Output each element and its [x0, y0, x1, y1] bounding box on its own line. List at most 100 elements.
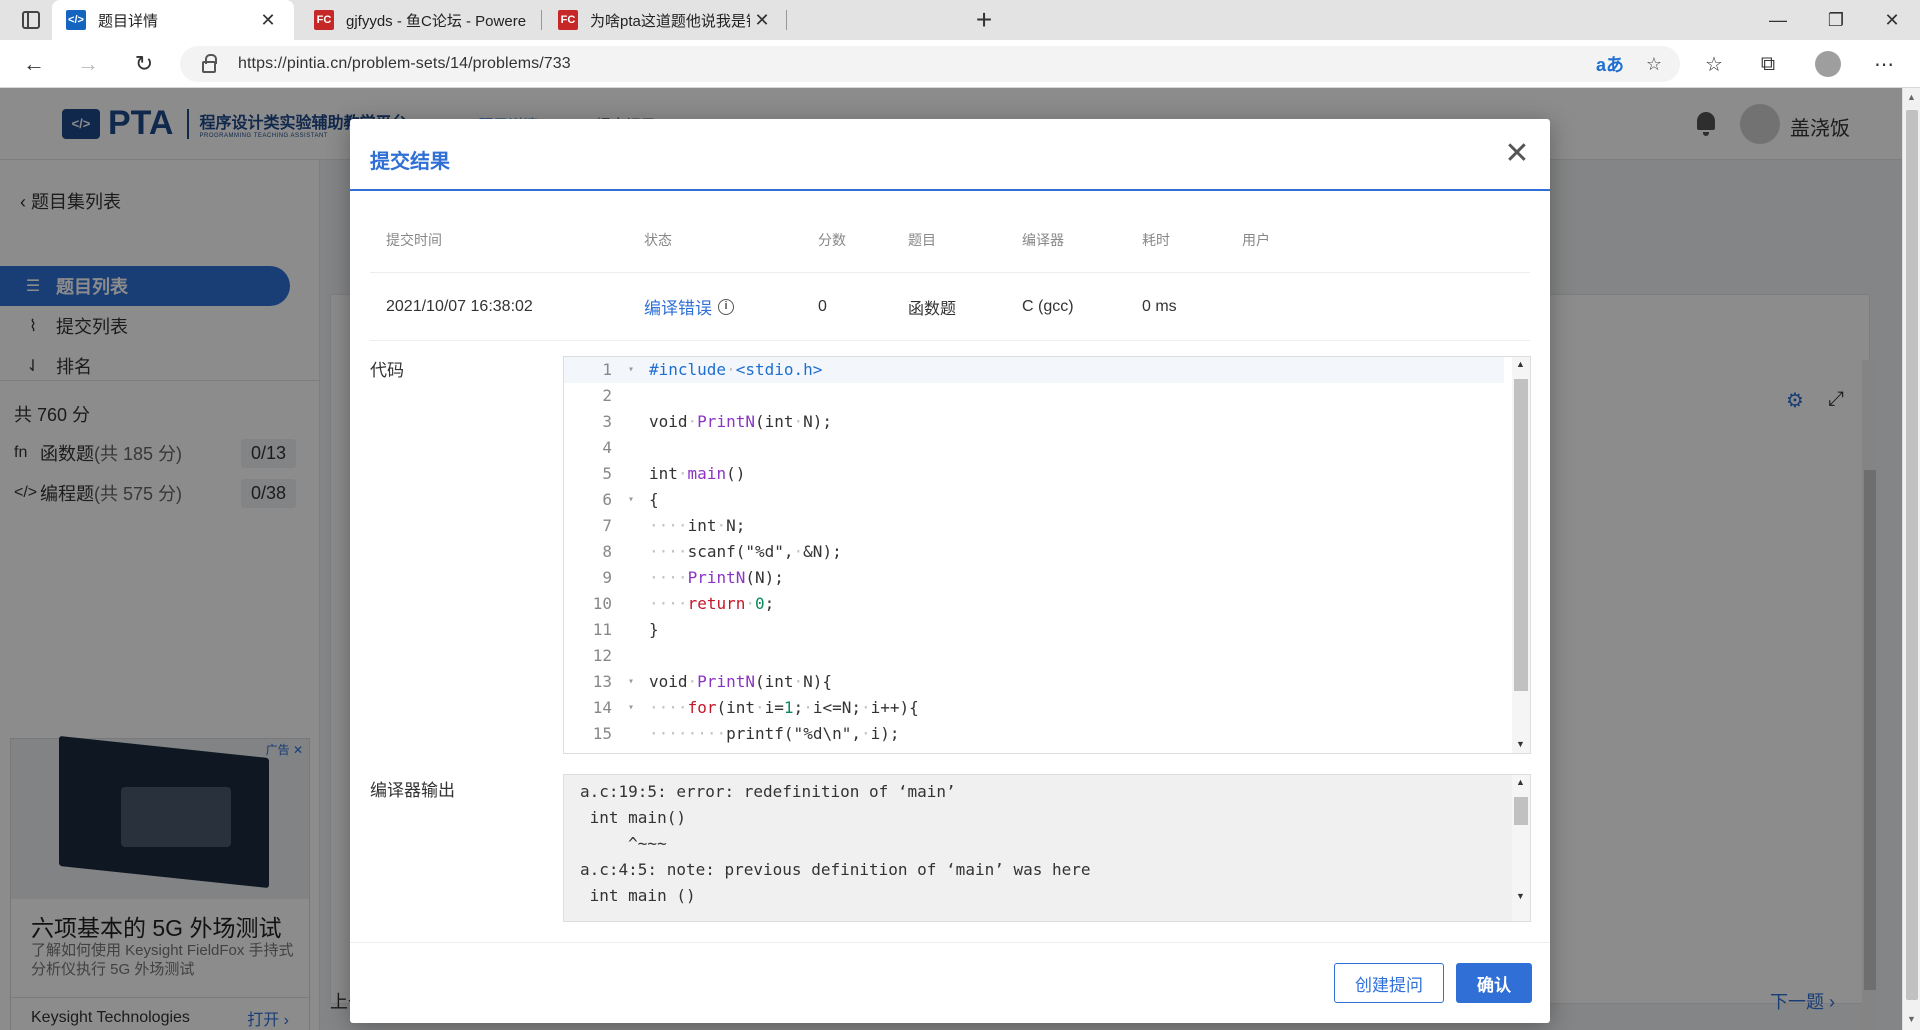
url-field[interactable]: https://pintia.cn/problem-sets/14/proble…: [180, 46, 1680, 82]
info-icon[interactable]: i: [718, 298, 734, 315]
fold-icon[interactable]: ▾: [628, 669, 634, 695]
fold-icon[interactable]: ▾: [628, 357, 634, 383]
duration: 0 ms: [1142, 297, 1177, 315]
table-header-row: 提交时间 状态 分数 题目 编译器 耗时 用户: [370, 207, 1530, 273]
fold-icon[interactable]: ▾: [628, 695, 634, 721]
output-line: a.c:4:5: note: previous definition of ‘m…: [580, 860, 1091, 879]
browser-tab-fishc-1[interactable]: FC gjfyyds - 鱼C论坛 - Powered by Discuz!: [300, 0, 540, 40]
code-text: ····PrintN(N);: [649, 568, 784, 587]
url-text[interactable]: https://pintia.cn/problem-sets/14/proble…: [238, 55, 571, 73]
line-number: 2: [602, 386, 612, 405]
refresh-icon[interactable]: ↻: [128, 48, 160, 80]
line-number: 8: [602, 542, 612, 561]
code-line: 6 ▾ {: [564, 487, 1504, 513]
code-text: #include·<stdio.h>: [649, 360, 823, 379]
line-number: 11: [592, 620, 612, 639]
status-badge[interactable]: 编译错误: [644, 294, 712, 319]
minimize-button[interactable]: —: [1748, 0, 1808, 40]
code-viewer[interactable]: 1 ▾ #include·<stdio.h> 2 3 void·PrintN(int·N)…: [563, 356, 1531, 754]
code-text: ····int·N;: [649, 516, 746, 535]
fishc-favicon-icon: FC: [558, 10, 578, 30]
close-icon[interactable]: ✕: [1502, 139, 1532, 169]
fold-icon[interactable]: ▾: [628, 487, 634, 513]
output-scrollbar[interactable]: ▲ ▼: [1512, 775, 1530, 921]
code-line: 9 ····PrintN(N);: [564, 565, 1504, 591]
code-line: 5 int·main(): [564, 461, 1504, 487]
line-number: 13: [592, 672, 612, 691]
scroll-down-icon[interactable]: ▼: [1907, 1014, 1916, 1024]
line-number: 9: [602, 568, 612, 587]
forward-arrow-icon[interactable]: →: [72, 48, 104, 80]
back-arrow-icon[interactable]: ←: [18, 48, 50, 80]
code-label: 代码: [370, 361, 404, 380]
close-window-button[interactable]: ✕: [1862, 0, 1920, 40]
code-line: 8 ····scanf("%d",·&N);: [564, 539, 1504, 565]
create-question-button[interactable]: 创建提问: [1334, 963, 1444, 1003]
code-lines: 1 ▾ #include·<stdio.h> 2 3 void·PrintN(int·N)…: [564, 357, 1504, 747]
dialog-title: 提交结果: [370, 151, 450, 173]
page-scrollbar[interactable]: ▲ ▼: [1902, 88, 1920, 1030]
code-line: 13 ▾ void·PrintN(int·N){: [564, 669, 1504, 695]
status-cell[interactable]: 编译错误 i: [644, 273, 734, 340]
scroll-up-icon[interactable]: ▲: [1907, 92, 1916, 102]
line-number: 3: [602, 412, 612, 431]
scroll-down-icon[interactable]: ▼: [1516, 739, 1525, 749]
tab-title: 题目详情: [98, 12, 159, 30]
code-text: int·main(): [649, 464, 746, 483]
scroll-thumb[interactable]: [1514, 797, 1528, 825]
code-line: 2: [564, 383, 1504, 409]
score: 0: [818, 297, 827, 315]
code-line: 14 ▾ ····for(int·i=1;·i<=N;·i++){: [564, 695, 1504, 721]
line-number: 1: [602, 360, 612, 379]
code-text: ····return·0;: [649, 594, 775, 613]
col-header: 状态: [644, 231, 672, 248]
address-bar: ← → ↻ https://pintia.cn/problem-sets/14/…: [0, 40, 1920, 88]
output-lines: a.c:19:5: error: redefinition of ‘main’ …: [564, 775, 1530, 909]
code-text: ········printf("%d\n",·i);: [649, 724, 900, 743]
line-number: 14: [592, 698, 612, 717]
code-line: 7 ····int·N;: [564, 513, 1504, 539]
scroll-thumb[interactable]: [1514, 379, 1528, 691]
scroll-down-icon[interactable]: ▼: [1516, 891, 1525, 901]
new-tab-button[interactable]: +: [968, 4, 1000, 36]
code-line: 10 ····return·0;: [564, 591, 1504, 617]
confirm-button[interactable]: 确认: [1456, 963, 1532, 1003]
collections-icon[interactable]: ⧉: [1750, 46, 1786, 82]
tab-actions-icon[interactable]: [22, 11, 40, 29]
code-line: 11}: [564, 617, 1504, 643]
compiler-output[interactable]: a.c:19:5: error: redefinition of ‘main’ …: [563, 774, 1531, 922]
line-number: 12: [592, 646, 612, 665]
add-favorite-icon[interactable]: ☆: [1636, 46, 1672, 82]
code-line: 12: [564, 643, 1504, 669]
browser-tab-problem-detail[interactable]: </> 题目详情 ✕: [52, 0, 294, 40]
compiler: C (gcc): [1022, 297, 1074, 315]
line-number: 7: [602, 516, 612, 535]
line-number: 15: [592, 724, 612, 743]
code-text: ····for(int·i=1;·i<=N;·i++){: [649, 698, 919, 717]
translate-icon[interactable]: aあ: [1592, 46, 1628, 82]
line-number: 10: [592, 594, 612, 613]
profile-icon[interactable]: [1810, 46, 1846, 82]
submit-time: 2021/10/07 16:38:02: [386, 297, 533, 315]
code-text: ····scanf("%d",·&N);: [649, 542, 842, 561]
code-text: void·PrintN(int·N){: [649, 672, 833, 691]
submission-table: 提交时间 状态 分数 题目 编译器 耗时 用户 2021/10/07 16:38…: [370, 207, 1530, 341]
code-scrollbar[interactable]: ▲ ▼: [1512, 357, 1530, 753]
lock-icon[interactable]: [202, 54, 217, 73]
scroll-up-icon[interactable]: ▲: [1516, 359, 1525, 369]
compiler-output-label: 编译器输出: [370, 781, 455, 800]
col-header: 用户: [1242, 231, 1270, 248]
browser-tab-bar: </> 题目详情 ✕ FC gjfyyds - 鱼C论坛 - Powered b…: [0, 0, 1920, 40]
restore-button[interactable]: ❐: [1806, 0, 1866, 40]
close-tab-icon[interactable]: ✕: [750, 10, 774, 31]
output-line: int main (): [580, 886, 696, 905]
code-line: 15 ········printf("%d\n",·i);: [564, 721, 1504, 747]
scroll-up-icon[interactable]: ▲: [1516, 777, 1525, 787]
fishc-favicon-icon: FC: [314, 10, 334, 30]
more-options-icon[interactable]: ⋯: [1866, 46, 1902, 82]
favorites-icon[interactable]: ☆: [1696, 46, 1732, 82]
scroll-thumb[interactable]: [1906, 110, 1918, 1000]
close-tab-icon[interactable]: ✕: [256, 10, 280, 31]
browser-tab-fishc-2[interactable]: FC 为啥pta这道题他说我是错的,C\C++交流,鱼C论坛 ✕: [544, 0, 788, 40]
pta-favicon-icon: </>: [66, 10, 86, 30]
